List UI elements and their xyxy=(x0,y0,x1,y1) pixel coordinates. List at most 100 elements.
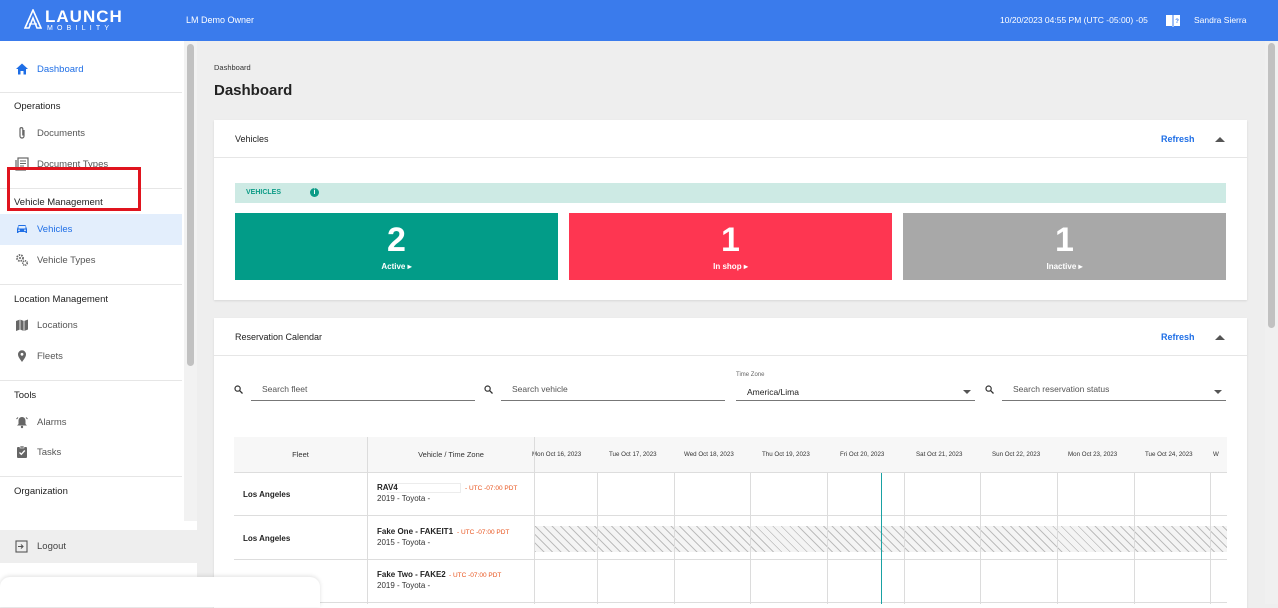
stat-inactive-card[interactable]: 1 Inactive ▸ xyxy=(903,213,1226,280)
sidebar-item-label: Vehicle Types xyxy=(37,255,96,266)
today-marker-line xyxy=(881,473,882,604)
reservation-calendar-table: Fleet Vehicle / Time Zone Mon Oct 16, 20… xyxy=(234,437,1227,604)
logo-mark-icon xyxy=(24,9,42,29)
sidebar-item-alarms[interactable]: Alarms xyxy=(0,407,182,438)
search-fleet-input[interactable] xyxy=(251,384,475,394)
book-help-icon[interactable]: ? xyxy=(1165,13,1181,27)
map-icon xyxy=(16,319,28,331)
stat-in-shop-card[interactable]: 1 In shop ▸ xyxy=(569,213,892,280)
home-icon xyxy=(16,63,28,75)
stat-active-label: Active ▸ xyxy=(381,262,412,271)
search-reservation-status-input[interactable] xyxy=(1002,384,1226,394)
row-timezone: - UTC -07:00 PDT xyxy=(457,529,510,536)
svg-text:?: ? xyxy=(1175,19,1179,25)
search-vehicle-input[interactable] xyxy=(501,384,725,394)
search-icon xyxy=(484,385,493,394)
chevron-right-icon: ▸ xyxy=(743,262,748,271)
organization-name[interactable]: LM Demo Owner xyxy=(186,15,254,25)
paperclip-icon xyxy=(19,127,25,139)
row-timezone: - UTC -07:00 PDT xyxy=(449,572,502,579)
search-icon xyxy=(985,385,994,394)
table-row[interactable]: Los Angeles RAV4 - UTC -07:00 PDT 2019 -… xyxy=(234,473,1227,516)
day-header: Thu Oct 19, 2023 xyxy=(762,451,810,458)
column-separator xyxy=(980,473,981,604)
launch-mobility-logo[interactable]: LAUNCH MOBILITY xyxy=(24,8,134,34)
table-row[interactable]: Fake Two - FAKE2 - UTC -07:00 PDT 2019 -… xyxy=(234,560,1227,603)
sidebar-item-tasks[interactable]: Tasks xyxy=(0,437,182,468)
vehicles-refresh-button[interactable]: Refresh xyxy=(1161,134,1195,144)
column-header-fleet: Fleet xyxy=(292,450,309,459)
calendar-header-row: Fleet Vehicle / Time Zone Mon Oct 16, 20… xyxy=(234,437,1227,473)
day-header: W xyxy=(1213,451,1219,458)
user-name[interactable]: Sandra Sierra xyxy=(1194,15,1246,25)
bottom-panel xyxy=(0,577,320,607)
sidebar: Dashboard Operations Documents Document … xyxy=(0,41,197,604)
sidebar-section-operations: Operations xyxy=(14,101,61,112)
search-reservation-status-field[interactable] xyxy=(985,380,1226,401)
row-vehicle[interactable]: Fake Two - FAKE2 xyxy=(377,570,446,579)
row-vehicle[interactable]: Fake One - FAKEIT1 xyxy=(377,527,453,536)
column-separator xyxy=(827,473,828,604)
sidebar-item-vehicles[interactable]: Vehicles xyxy=(0,214,182,245)
sidebar-scrollbar-thumb[interactable] xyxy=(187,44,194,366)
top-bar: LAUNCH MOBILITY LM Demo Owner 10/20/2023… xyxy=(0,0,1278,41)
search-vehicle-field[interactable] xyxy=(484,380,725,401)
day-header: Mon Oct 16, 2023 xyxy=(532,451,582,458)
collapse-chevron-up-icon[interactable] xyxy=(1215,136,1225,142)
day-header: Sun Oct 22, 2023 xyxy=(992,451,1041,458)
sidebar-item-label: Documents xyxy=(37,128,86,139)
time-zone-value: America/Lima xyxy=(747,387,799,397)
column-separator xyxy=(534,437,535,604)
column-separator xyxy=(904,473,905,604)
sidebar-divider xyxy=(0,92,182,93)
calendar-card-title: Reservation Calendar xyxy=(235,332,323,342)
table-row[interactable]: Los Angeles Fake One - FAKEIT1 - UTC -07… xyxy=(234,517,1227,560)
sidebar-section-location-management: Location Management xyxy=(14,294,109,305)
stat-active-value: 2 xyxy=(387,221,406,259)
alarm-bell-icon xyxy=(16,417,28,429)
column-separator xyxy=(367,437,368,604)
sidebar-item-label: Fleets xyxy=(37,351,63,362)
breadcrumb[interactable]: Dashboard xyxy=(214,63,251,72)
stat-active-card[interactable]: 2 Active ▸ xyxy=(235,213,558,280)
sidebar-item-fleets[interactable]: Fleets xyxy=(0,341,182,372)
info-icon[interactable]: i xyxy=(310,188,319,197)
vehicles-card-title: Vehicles xyxy=(235,134,269,144)
logout-button[interactable]: Logout xyxy=(0,530,197,563)
chevron-right-icon: ▸ xyxy=(1078,262,1083,271)
gears-icon xyxy=(16,254,29,267)
sidebar-item-documents[interactable]: Documents xyxy=(0,118,182,149)
column-separator xyxy=(674,473,675,604)
main-scrollbar[interactable] xyxy=(1265,41,1278,604)
row-timezone: - UTC -07:00 PDT xyxy=(465,485,518,492)
row-vehicle-details: 2019 - Toyota - xyxy=(377,581,431,590)
calendar-refresh-button[interactable]: Refresh xyxy=(1161,332,1195,342)
sidebar-divider xyxy=(0,476,182,477)
logout-label: Logout xyxy=(37,541,67,552)
sidebar-item-dashboard[interactable]: Dashboard xyxy=(0,54,182,85)
main-scrollbar-thumb[interactable] xyxy=(1268,43,1275,328)
vehicles-card: Vehicles Refresh VEHICLES i 2 Active ▸ 1… xyxy=(214,120,1247,300)
column-separator xyxy=(1057,473,1058,604)
search-fleet-field[interactable] xyxy=(234,380,475,401)
sidebar-item-vehicle-types[interactable]: Vehicle Types xyxy=(0,245,182,276)
reservation-status-dropdown-icon[interactable] xyxy=(1214,390,1222,394)
vehicles-banner-title: VEHICLES xyxy=(246,189,282,196)
day-header: Tue Oct 24, 2023 xyxy=(1145,451,1193,458)
logout-icon xyxy=(15,540,28,553)
sidebar-item-locations[interactable]: Locations xyxy=(0,310,182,341)
stat-inactive-label: Inactive ▸ xyxy=(1046,262,1083,271)
time-zone-dropdown-icon[interactable] xyxy=(963,390,971,394)
stat-in-shop-value: 1 xyxy=(721,221,740,259)
chevron-right-icon: ▸ xyxy=(407,262,412,271)
redacted-field xyxy=(387,483,461,493)
logo-subword: MOBILITY xyxy=(47,25,114,32)
sidebar-section-organization: Organization xyxy=(14,486,68,497)
collapse-chevron-up-icon[interactable] xyxy=(1215,334,1225,340)
row-fleet: Los Angeles xyxy=(243,490,291,499)
sidebar-section-tools: Tools xyxy=(14,390,37,401)
stat-inactive-value: 1 xyxy=(1055,221,1074,259)
row-vehicle-details: 2019 - Toyota - xyxy=(377,494,431,503)
column-separator xyxy=(750,473,751,604)
day-header: Sat Oct 21, 2023 xyxy=(916,451,963,458)
